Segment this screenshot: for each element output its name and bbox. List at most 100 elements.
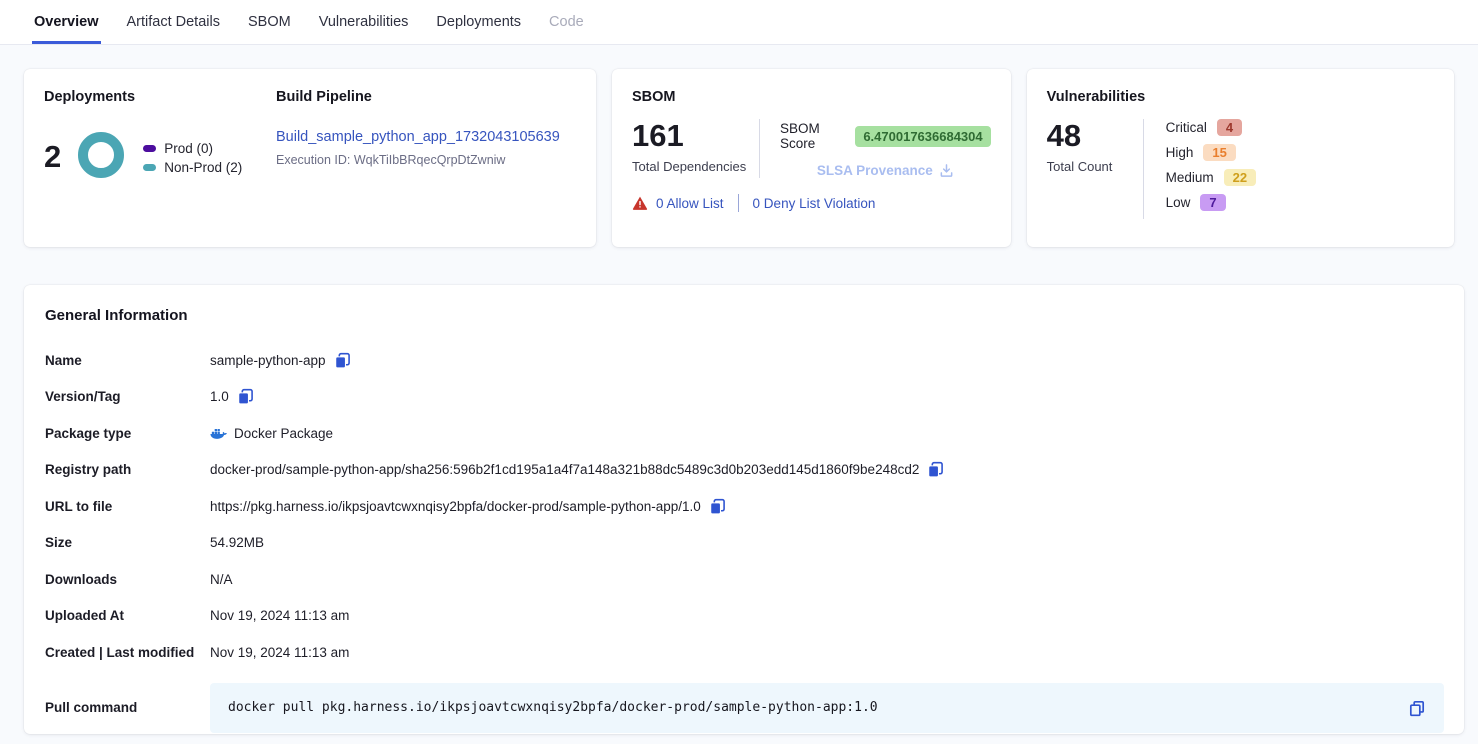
legend-swatch: [143, 145, 156, 152]
sbom-score-label: SBOM Score: [780, 121, 847, 151]
info-row-version-tag: Version/Tag1.0: [45, 379, 1444, 416]
info-value: https://pkg.harness.io/ikpsjoavtcwxnqisy…: [210, 498, 726, 515]
severity-row: Medium 22: [1166, 169, 1256, 186]
info-value-text: Nov 19, 2024 11:13 am: [210, 608, 349, 623]
info-value: 1.0: [210, 388, 254, 405]
slsa-provenance-label: SLSA Provenance: [817, 163, 933, 178]
severity-label: Critical: [1166, 120, 1207, 135]
tab-deployments[interactable]: Deployments: [434, 0, 523, 44]
info-row-created-last-modified: Created | Last modifiedNov 19, 2024 11:1…: [45, 634, 1444, 671]
tab-artifact-details[interactable]: Artifact Details: [125, 0, 222, 44]
sbom-card: SBOM 161 Total Dependencies SBOM Score 6…: [612, 69, 1011, 247]
deployments-total: 2: [44, 140, 61, 174]
info-row-name: Namesample-python-app: [45, 342, 1444, 379]
pull-command-text: docker pull pkg.harness.io/ikpsjoavtcwxn…: [228, 700, 1400, 715]
info-label: Size: [45, 535, 210, 550]
severity-row: Low 7: [1166, 194, 1256, 211]
build-pipeline-title: Build Pipeline: [276, 89, 560, 105]
severity-count-badge: 7: [1200, 194, 1225, 211]
pull-command-row: Pull command docker pull pkg.harness.io/…: [45, 683, 1444, 733]
vulnerabilities-title: Vulnerabilities: [1047, 89, 1434, 105]
info-value: sample-python-app: [210, 352, 351, 369]
info-value-text: sample-python-app: [210, 353, 326, 368]
info-label: Package type: [45, 426, 210, 441]
copy-icon[interactable]: [334, 352, 351, 369]
info-value-text: https://pkg.harness.io/ikpsjoavtcwxnqisy…: [210, 499, 701, 514]
info-value-text: docker-prod/sample-python-app/sha256:596…: [210, 462, 919, 477]
severity-count-badge: 15: [1203, 144, 1235, 161]
info-label: Created | Last modified: [45, 645, 210, 660]
info-row-package-type: Package type Docker Package: [45, 415, 1444, 452]
info-label: Version/Tag: [45, 389, 210, 404]
info-value: 54.92MB: [210, 535, 264, 550]
build-pipeline-link[interactable]: Build_sample_python_app_1732043105639: [276, 129, 560, 145]
execution-id: Execution ID: WqkTiIbBRqecQrpDtZwniw: [276, 153, 560, 167]
info-value-text: 1.0: [210, 389, 229, 404]
slsa-provenance-link[interactable]: SLSA Provenance: [780, 163, 991, 178]
sbom-total: 161: [632, 119, 759, 153]
download-icon: [939, 163, 954, 178]
allow-list-link[interactable]: 0 Allow List: [656, 196, 724, 211]
general-information-title: General Information: [45, 307, 1444, 324]
info-label: Name: [45, 353, 210, 368]
vulnerabilities-total: 48: [1047, 119, 1143, 153]
severity-label: High: [1166, 145, 1194, 160]
divider: [738, 194, 739, 212]
severity-row: High 15: [1166, 144, 1256, 161]
info-row-size: Size54.92MB: [45, 525, 1444, 562]
legend-label: Non-Prod (2): [164, 160, 242, 175]
deployments-section: Deployments 2 Prod (0) Non-Prod (2): [44, 89, 274, 227]
info-value-text: N/A: [210, 572, 233, 587]
tab-code: Code: [547, 0, 586, 44]
copy-icon[interactable]: [927, 461, 944, 478]
copy-icon[interactable]: [1408, 699, 1426, 717]
info-value: docker-prod/sample-python-app/sha256:596…: [210, 461, 944, 478]
info-label: URL to file: [45, 499, 210, 514]
docker-icon: [210, 427, 227, 440]
general-information-rows: Namesample-python-appVersion/Tag1.0Packa…: [45, 342, 1444, 671]
severity-label: Low: [1166, 195, 1191, 210]
build-pipeline-section: Build Pipeline Build_sample_python_app_1…: [274, 89, 560, 227]
info-value-text: 54.92MB: [210, 535, 264, 550]
severity-count-badge: 4: [1217, 119, 1242, 136]
severity-row: Critical 4: [1166, 119, 1256, 136]
legend-label: Prod (0): [164, 141, 213, 156]
tab-bar: Overview Artifact Details SBOM Vulnerabilit…: [0, 0, 1478, 45]
info-label: Downloads: [45, 572, 210, 587]
sbom-total-label: Total Dependencies: [632, 159, 759, 174]
tab-sbom[interactable]: SBOM: [246, 0, 293, 44]
legend-item: Non-Prod (2): [143, 160, 242, 175]
deny-list-link[interactable]: 0 Deny List Violation: [753, 196, 876, 211]
general-information-card: General Information Namesample-python-ap…: [24, 285, 1464, 734]
copy-icon[interactable]: [709, 498, 726, 515]
info-row-registry-path: Registry pathdocker-prod/sample-python-a…: [45, 452, 1444, 489]
deployments-donut-chart: [75, 129, 127, 186]
info-value: N/A: [210, 572, 233, 587]
summary-cards-row: Deployments 2 Prod (0) Non-Prod (2) Build…: [0, 45, 1478, 247]
sbom-score-badge: 6.470017636684304: [855, 126, 990, 147]
pull-command-box: docker pull pkg.harness.io/ikpsjoavtcwxn…: [210, 683, 1444, 733]
warning-icon: [632, 195, 648, 211]
info-value-text: Docker Package: [234, 426, 333, 441]
pull-command-label: Pull command: [45, 700, 210, 715]
info-value-text: Nov 19, 2024 11:13 am: [210, 645, 349, 660]
tab-vulnerabilities[interactable]: Vulnerabilities: [317, 0, 411, 44]
legend-item: Prod (0): [143, 141, 242, 156]
info-row-uploaded-at: Uploaded AtNov 19, 2024 11:13 am: [45, 598, 1444, 635]
info-value: Docker Package: [210, 426, 333, 441]
info-value: Nov 19, 2024 11:13 am: [210, 608, 349, 623]
tab-overview[interactable]: Overview: [32, 0, 101, 44]
info-row-url-to-file: URL to filehttps://pkg.harness.io/ikpsjo…: [45, 488, 1444, 525]
copy-icon[interactable]: [237, 388, 254, 405]
info-row-downloads: DownloadsN/A: [45, 561, 1444, 598]
deployments-card: Deployments 2 Prod (0) Non-Prod (2) Build…: [24, 69, 596, 247]
vulnerabilities-card: Vulnerabilities 48 Total Count Critical4…: [1027, 69, 1454, 247]
legend-swatch: [143, 164, 156, 171]
deployments-title: Deployments: [44, 89, 274, 105]
severity-label: Medium: [1166, 170, 1214, 185]
deployments-legend: Prod (0) Non-Prod (2): [143, 137, 242, 179]
info-label: Uploaded At: [45, 608, 210, 623]
sbom-title: SBOM: [632, 89, 991, 105]
severity-count-badge: 22: [1224, 169, 1256, 186]
info-value: Nov 19, 2024 11:13 am: [210, 645, 349, 660]
